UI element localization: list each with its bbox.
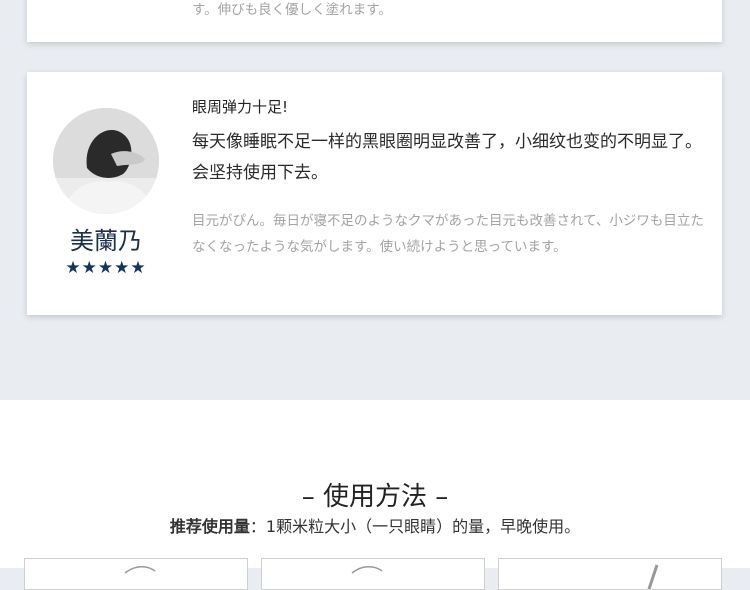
usage-step-image-1 [24, 558, 248, 590]
reviewer-name: 美蘭乃 [70, 227, 142, 255]
review-body-japanese: 目元がぴん。毎日が寝不足のようなクマがあった目元も改善されて、小ジワも目立たなく… [192, 213, 704, 255]
recommended-usage-label: 推荐使用量 [169, 517, 250, 536]
recommended-usage-detail: ：1颗米粒大小（一只眼睛）的量，早晚使用。 [249, 517, 581, 536]
reviewer-avatar [53, 108, 159, 214]
recommended-usage-text: 推荐使用量：1颗米粒大小（一只眼睛）的量，早晚使用。 [0, 513, 750, 537]
usage-step-image-3 [498, 558, 722, 590]
review-body-chinese: 每天像睡眠不足一样的黑眼圈明显改善了，小细纹也变的不明显了。会坚持使用下去。 [192, 132, 702, 183]
review-title: 眼周弹力十足! [192, 98, 289, 116]
previous-review-card: す。伸びも良く優しく塗れます。 [27, 0, 722, 42]
review-card: 美蘭乃 ★★★★★ 眼周弹力十足! 每天像睡眠不足一样的黑眼圈明显改善了，小细纹… [27, 72, 722, 315]
usage-section-title: – 使用方法 – [301, 482, 449, 512]
previous-review-japanese-text: す。伸びも良く優しく塗れます。 [192, 2, 392, 18]
rating-stars: ★★★★★ [65, 258, 147, 278]
usage-step-image-2 [261, 558, 485, 590]
usage-section: – 使用方法 – 推荐使用量：1颗米粒大小（一只眼睛）的量，早晚使用。 [0, 400, 750, 590]
